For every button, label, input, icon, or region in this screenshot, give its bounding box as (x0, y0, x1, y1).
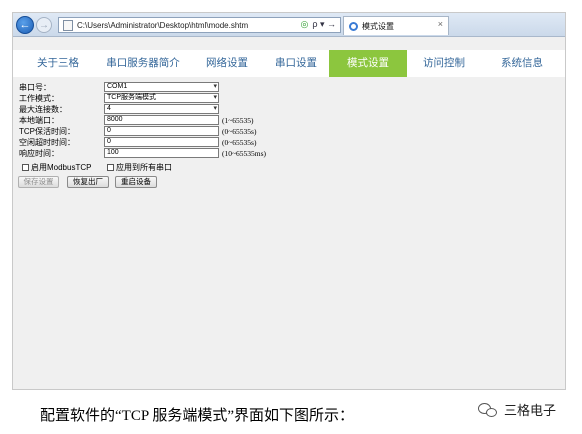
local-port-input[interactable]: 8000 (104, 115, 219, 125)
max-connections-label: 最大连接数： (19, 105, 67, 114)
menu-item-intro[interactable]: 串口服务器简介 (95, 50, 191, 77)
address-bar[interactable]: C:\Users\Administrator\Desktop\html\mode… (58, 17, 341, 33)
watermark-text: 三格电子 (504, 403, 557, 418)
tcp-keepalive-input[interactable]: 0 (104, 126, 219, 136)
tab-mode-settings[interactable]: 模式设置 × (343, 16, 449, 35)
address-text: C:\Users\Administrator\Desktop\html\mode… (77, 20, 249, 30)
response-time-label: 响应时间： (19, 149, 59, 158)
checkbox-icon (107, 164, 114, 171)
address-tools[interactable]: ◎ ρ ▾ → (301, 19, 337, 30)
local-port-range: (1~65535) (222, 116, 254, 125)
response-time-range: (10~65535ms) (222, 149, 267, 158)
browser-toolbar: ← → C:\Users\Administrator\Desktop\html\… (13, 13, 565, 37)
page-icon (63, 19, 73, 31)
serial-port-value: COM1 (107, 83, 128, 90)
apply-all-label: 应用到所有串口 (116, 163, 172, 172)
menu-item-access[interactable]: 访问控制 (407, 50, 481, 77)
idle-timeout-label: 空闲超时时间： (19, 138, 75, 147)
forward-button[interactable]: → (36, 17, 52, 33)
idle-timeout-range: (0~65535s) (222, 138, 257, 147)
idle-timeout-input[interactable]: 0 (104, 137, 219, 147)
max-connections-value: 4 (107, 105, 111, 112)
chevron-down-icon: ▾ (213, 83, 217, 90)
forward-arrow-icon: → (39, 19, 49, 31)
local-port-label: 本地端口： (19, 116, 59, 125)
restore-factory-button[interactable]: 恢复出厂 (67, 176, 109, 188)
back-arrow-icon: ← (19, 19, 31, 31)
tcp-keepalive-range: (0~65535s) (222, 127, 257, 136)
max-connections-select[interactable]: 4 ▾ (104, 104, 219, 114)
figure-caption: 配置软件的“TCP 服务端模式”界面如下图所示： (40, 408, 355, 424)
compat-view-icon[interactable]: ◎ (301, 19, 309, 30)
menu-item-about[interactable]: 关于三格 (21, 50, 95, 77)
back-button[interactable]: ← (16, 16, 34, 34)
search-dropdown-icon[interactable]: ρ ▾ → (312, 19, 336, 30)
tcp-keepalive-label: TCP保活时间： (19, 127, 75, 136)
enable-modbus-checkbox[interactable]: 启用ModbusTCP (22, 162, 91, 173)
response-time-input[interactable]: 100 (104, 148, 219, 158)
menu-item-network[interactable]: 网络设置 (191, 50, 263, 77)
chevron-down-icon: ▾ (213, 94, 217, 101)
page-viewport: 关于三格 串口服务器简介 网络设置 串口设置 模式设置 访问控制 系统信息 串口… (13, 38, 565, 389)
apply-all-checkbox[interactable]: 应用到所有串口 (107, 162, 172, 173)
main-menu: 关于三格 串口服务器简介 网络设置 串口设置 模式设置 访问控制 系统信息 (13, 50, 565, 77)
chevron-down-icon: ▾ (213, 105, 217, 112)
work-mode-value: TCP服务端模式 (107, 94, 156, 101)
serial-port-label: 串口号： (19, 83, 51, 92)
wechat-icon (478, 401, 500, 419)
work-mode-select[interactable]: TCP服务端模式 ▾ (104, 93, 219, 103)
menu-item-serial[interactable]: 串口设置 (263, 50, 329, 77)
checkbox-icon (22, 164, 29, 171)
enable-modbus-label: 启用ModbusTCP (31, 163, 92, 172)
watermark: 三格电子 (478, 400, 556, 419)
menu-item-sysinfo[interactable]: 系统信息 (481, 50, 563, 77)
work-mode-label: 工作模式： (19, 94, 59, 103)
tab-title: 模式设置 (362, 21, 394, 31)
serial-port-select[interactable]: COM1 ▾ (104, 82, 219, 92)
close-tab-icon[interactable]: × (438, 19, 443, 29)
save-settings-button[interactable]: 保存设置 (18, 176, 59, 188)
browser-window: ← → C:\Users\Administrator\Desktop\html\… (12, 12, 566, 390)
restart-device-button[interactable]: 重启设备 (115, 176, 157, 188)
ie-icon (349, 21, 358, 31)
menu-item-mode[interactable]: 模式设置 (329, 50, 407, 77)
